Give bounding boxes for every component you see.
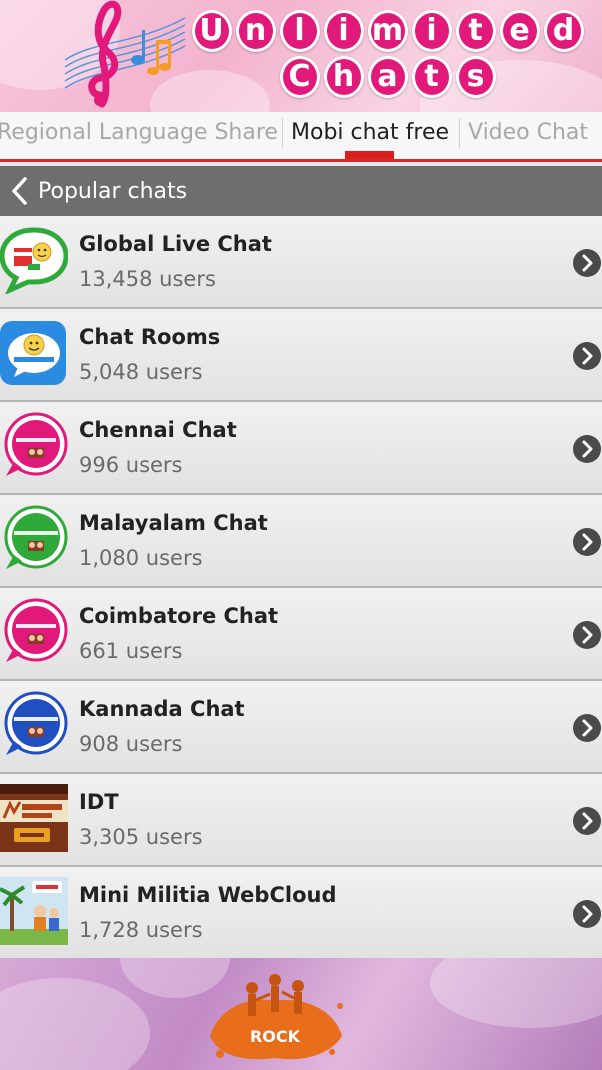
chat-user-count: 661 users	[79, 639, 183, 663]
chevron-right-icon[interactable]	[572, 248, 602, 278]
chevron-right-icon[interactable]	[572, 341, 602, 371]
chevron-right-icon[interactable]	[572, 899, 602, 929]
title-letter: t	[455, 10, 496, 52]
chat-name: Chat Rooms	[79, 325, 221, 349]
rock-band-logo: ROCK	[210, 974, 343, 1060]
chat-user-count: 996 users	[79, 453, 183, 477]
active-tab-indicator	[345, 151, 394, 159]
title-letter: s	[455, 56, 496, 98]
title-letter: t	[411, 56, 452, 98]
title-letter: i	[323, 10, 364, 52]
title-letter: U	[191, 10, 232, 52]
chevron-right-icon[interactable]	[572, 806, 602, 836]
tab-bar: Regional Language Share Mobi chat free V…	[0, 112, 602, 162]
chat-name: Global Live Chat	[79, 232, 272, 256]
title-letter: i	[411, 10, 452, 52]
chat-name: IDT	[79, 790, 119, 814]
chat-name: Mini Militia WebCloud	[79, 883, 337, 907]
title-letter: l	[279, 10, 320, 52]
pink-tamil-chat-icon	[0, 598, 68, 666]
banner-title: U n l i m i t e d C h a t s	[190, 10, 585, 98]
green-malayalam-chat-icon	[0, 505, 68, 573]
banner-title-line1: U n l i m i t e d	[190, 10, 585, 52]
chat-name: Kannada Chat	[79, 697, 245, 721]
tab-divider	[459, 118, 460, 148]
title-letter: d	[543, 10, 584, 52]
chat-row-malayalam-chat[interactable]: Malayalam Chat 1,080 users	[0, 495, 602, 588]
banner-title-line2: C h a t s	[190, 56, 585, 98]
chevron-right-icon[interactable]	[572, 434, 602, 464]
chat-row-mini-militia-webcloud[interactable]: Mini Militia WebCloud 1,728 users	[0, 867, 602, 960]
mini-militia-icon	[0, 877, 68, 945]
chat-name: Chennai Chat	[79, 418, 237, 442]
banner: U n l i m i t e d C h a t s	[0, 0, 602, 112]
title-letter: n	[235, 10, 276, 52]
title-letter: h	[323, 56, 364, 98]
chat-user-count: 5,048 users	[79, 360, 203, 384]
chat-list: Global Live Chat 13,458 users Chat Rooms…	[0, 216, 602, 960]
footer-banner: ROCK	[0, 958, 602, 1070]
chat-row-chennai-chat[interactable]: Chennai Chat 996 users	[0, 402, 602, 495]
chat-row-coimbatore-chat[interactable]: Coimbatore Chat 661 users	[0, 588, 602, 681]
chat-user-count: 908 users	[79, 732, 183, 756]
title-letter: e	[499, 10, 540, 52]
section-title: Popular chats	[38, 178, 188, 204]
tab-divider	[282, 118, 283, 148]
tab-video-chat[interactable]: Video Chat	[468, 112, 588, 159]
intraday-tips-icon	[0, 784, 68, 852]
chevron-right-icon[interactable]	[572, 620, 602, 650]
chat-user-count: 13,458 users	[79, 267, 216, 291]
back-chevron-icon[interactable]	[0, 166, 40, 216]
title-letter: C	[279, 56, 320, 98]
chat-row-kannada-chat[interactable]: Kannada Chat 908 users	[0, 681, 602, 774]
chat-row-idt[interactable]: IDT 3,305 users	[0, 774, 602, 867]
chat-user-count: 1,728 users	[79, 918, 203, 942]
tab-regional-language-share[interactable]: Regional Language Share	[0, 112, 278, 159]
chat-row-chat-rooms[interactable]: Chat Rooms 5,048 users	[0, 309, 602, 402]
blue-kannada-chat-icon	[0, 691, 68, 759]
chevron-right-icon[interactable]	[572, 713, 602, 743]
section-header: Popular chats	[0, 166, 602, 216]
blue-chat-rooms-icon	[0, 319, 68, 387]
chat-row-global-live-chat[interactable]: Global Live Chat 13,458 users	[0, 216, 602, 309]
chevron-right-icon[interactable]	[572, 527, 602, 557]
chat-user-count: 1,080 users	[79, 546, 203, 570]
chat-name: Malayalam Chat	[79, 511, 268, 535]
title-letter: m	[367, 10, 408, 52]
chat-user-count: 3,305 users	[79, 825, 203, 849]
title-letter: a	[367, 56, 408, 98]
pink-tamil-chat-icon	[0, 412, 68, 480]
green-chat-bubble-icon	[0, 226, 69, 296]
chat-name: Coimbatore Chat	[79, 604, 279, 628]
music-notes-logo	[64, 0, 186, 108]
rock-logo-text: ROCK	[250, 1027, 301, 1046]
